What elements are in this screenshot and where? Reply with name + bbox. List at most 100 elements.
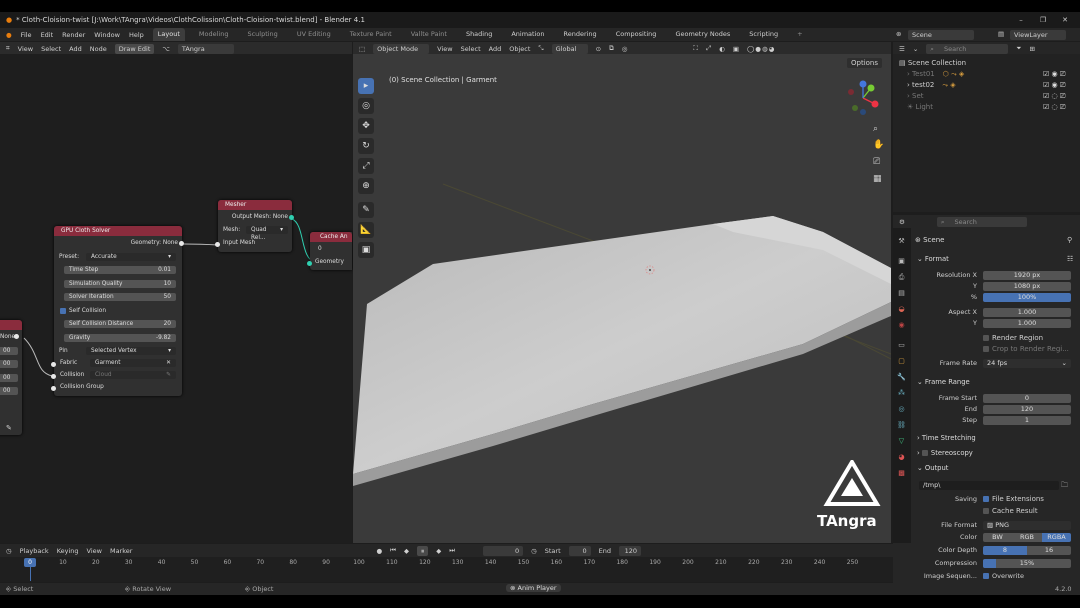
eyedropper-icon[interactable]: ✎ bbox=[6, 424, 12, 432]
timeline-ruler[interactable]: 0 10 20 30 40 50 60 70 80 90 100 110 120 130 140 150 160… bbox=[0, 557, 893, 582]
render-region-checkbox[interactable]: Render Region bbox=[983, 334, 1043, 342]
gpu-cloth-solver-node[interactable]: GPU Cloth Solver Geometry: None Preset: … bbox=[51, 226, 184, 396]
proportional-edit-icon[interactable]: ◎ bbox=[622, 45, 628, 53]
output-mesh-socket[interactable] bbox=[289, 215, 294, 220]
view-layer-selector[interactable]: ViewLayer bbox=[1010, 29, 1066, 40]
timeline-menu-marker[interactable]: Marker bbox=[110, 547, 132, 555]
checkbox-icon[interactable] bbox=[921, 450, 928, 456]
collision-group-socket[interactable] bbox=[51, 386, 56, 391]
node-title[interactable]: GPU Cloth Solver bbox=[54, 226, 182, 236]
filter-funnel-icon[interactable]: ⏷ bbox=[1016, 44, 1021, 53]
resolution-percent-slider[interactable]: 100% bbox=[983, 293, 1071, 302]
presets-icon[interactable]: ☷ bbox=[1067, 255, 1073, 263]
timeline[interactable]: ◷ Playback Keying View Marker ● ⏮ ◆ ⏸ ◆ … bbox=[0, 544, 893, 582]
mesh-mode-dropdown[interactable]: Quad Rel... ▾ bbox=[246, 226, 288, 241]
pivot-icon[interactable]: ⊙ bbox=[596, 45, 601, 53]
viewport-menu-select[interactable]: Select bbox=[461, 45, 481, 53]
select-tool-icon[interactable]: ▸ bbox=[358, 78, 374, 94]
xray-icon[interactable]: ▣ bbox=[733, 45, 739, 53]
solver-iteration-field[interactable]: Solver Iteration 50 bbox=[64, 293, 176, 301]
jump-end-icon[interactable]: ⏭ bbox=[449, 546, 455, 555]
frame-range-panel-header[interactable]: ⌄ Frame Range bbox=[917, 378, 970, 386]
eyedropper-icon[interactable]: ✎ bbox=[166, 371, 171, 379]
outliner-row[interactable]: › Set bbox=[907, 92, 924, 100]
editor-type-icon[interactable]: ⚙ bbox=[899, 218, 905, 226]
menu-window[interactable]: Window bbox=[94, 31, 120, 39]
aspect-y-field[interactable]: 1.000 bbox=[983, 319, 1071, 328]
record-icon[interactable]: ● bbox=[376, 547, 382, 555]
format-panel-header[interactable]: ⌄ Format bbox=[917, 255, 949, 263]
compression-slider[interactable]: 15% bbox=[983, 559, 1071, 568]
geometry-output-socket[interactable] bbox=[179, 241, 184, 246]
snap-icon[interactable]: ⧉ bbox=[609, 44, 614, 53]
partial-node-field[interactable]: 00 bbox=[0, 374, 18, 382]
node-editor[interactable]: None 00 00 00 00 ✎ GPU Cloth Solver Geom… bbox=[0, 54, 352, 543]
tab-rendering[interactable]: Rendering bbox=[558, 28, 601, 41]
color-depth-8-button[interactable]: 8 bbox=[983, 546, 1027, 555]
mesher-node[interactable]: Mesher Output Mesh: None Mesh: Quad Rel.… bbox=[215, 200, 294, 252]
particles-tab-icon[interactable]: ⁂ bbox=[896, 388, 907, 399]
frame-end-field[interactable]: 120 bbox=[983, 405, 1071, 414]
prev-keyframe-icon[interactable]: ◆ bbox=[404, 547, 409, 555]
frame-rate-dropdown[interactable]: 24 fps ⌄ bbox=[983, 359, 1071, 368]
color-depth-16-button[interactable]: 16 bbox=[1027, 546, 1071, 555]
clear-icon[interactable]: ✕ bbox=[166, 359, 171, 367]
visibility-toggles[interactable]: ☑ ◉ ⎚ ☑ ◉ ⎚ ☑ ◌ ⎚ ☑ ◌ ⎚ bbox=[1043, 69, 1065, 113]
output-path-field[interactable]: /tmp\ bbox=[919, 481, 1059, 490]
data-tab-icon[interactable]: ▽ bbox=[896, 436, 907, 447]
minimize-button[interactable]: – bbox=[1010, 12, 1032, 28]
tab-vertex-paint[interactable]: Vallte Paint bbox=[406, 28, 452, 41]
output-tab-icon[interactable]: ⎙ bbox=[896, 272, 907, 283]
visibility-icon[interactable]: ⛶ bbox=[693, 44, 698, 53]
mode-dropdown[interactable]: Object Mode bbox=[373, 43, 430, 54]
stereoscopy-panel-header[interactable]: › Stereoscopy bbox=[917, 449, 973, 457]
file-extensions-checkbox[interactable]: File Extensions bbox=[983, 495, 1044, 503]
pin-icon[interactable]: ⚲ bbox=[1067, 236, 1072, 244]
tab-geometry-nodes[interactable]: Geometry Nodes bbox=[670, 28, 735, 41]
orientation-dropdown[interactable]: Global bbox=[551, 43, 588, 54]
tool-tab-icon[interactable]: ⚒ bbox=[896, 236, 907, 247]
move-tool-icon[interactable]: ✥ bbox=[358, 118, 374, 134]
annotate-tool-icon[interactable]: ✎ bbox=[358, 202, 374, 218]
modifier-tab-icon[interactable]: 🔧 bbox=[896, 372, 907, 383]
gizmo-icon[interactable]: ⤢ bbox=[706, 44, 711, 53]
cursor-tool-icon[interactable]: ◎ bbox=[358, 98, 374, 114]
world-tab-icon[interactable]: ◉ bbox=[896, 320, 907, 331]
new-collection-icon[interactable]: ⊞ bbox=[1029, 45, 1034, 53]
zoom-icon[interactable]: ⌕ bbox=[873, 124, 878, 134]
collection-tab-icon[interactable]: ▭ bbox=[896, 340, 907, 351]
outliner-row[interactable]: › Test01 ⬡ ⤳ ◈ bbox=[907, 70, 964, 79]
texture-tab-icon[interactable]: ▩ bbox=[896, 468, 907, 479]
options-dropdown[interactable]: Options bbox=[847, 58, 883, 68]
gravity-field[interactable]: Gravity -9.82 bbox=[64, 334, 176, 342]
ortho-toggle-icon[interactable]: ▦ bbox=[873, 174, 882, 184]
menu-render[interactable]: Render bbox=[62, 31, 85, 39]
fabric-object-field[interactable]: Garment ✕ bbox=[90, 359, 176, 367]
partial-node-field[interactable]: 00 bbox=[0, 347, 18, 355]
time-step-field[interactable]: Time Step 0.01 bbox=[64, 266, 176, 274]
add-workspace-button[interactable]: + bbox=[792, 28, 807, 41]
close-button[interactable]: ✕ bbox=[1054, 12, 1076, 28]
outliner-row[interactable]: ▤ Scene Collection bbox=[899, 59, 966, 67]
pin-dropdown[interactable]: Selected Vertex ▾ bbox=[86, 347, 176, 355]
pause-icon[interactable]: ⏸ bbox=[416, 545, 429, 556]
self-collision-checkbox[interactable]: Self Collision bbox=[60, 307, 178, 315]
3d-viewport[interactable]: (0) Scene Collection | Garment Options ▸… bbox=[353, 54, 891, 543]
anim-player-indicator[interactable]: ⊗ Anim Player bbox=[506, 584, 561, 592]
physics-tab-icon[interactable]: ◎ bbox=[896, 404, 907, 415]
node-menu-select[interactable]: Select bbox=[41, 45, 61, 53]
socket[interactable] bbox=[14, 334, 19, 339]
fabric-socket[interactable] bbox=[51, 362, 56, 367]
resolution-x-field[interactable]: 1920 px bbox=[983, 271, 1071, 280]
file-format-dropdown[interactable]: ▨ PNG bbox=[983, 521, 1071, 530]
start-frame-field[interactable]: 0 bbox=[568, 545, 591, 556]
next-keyframe-icon[interactable]: ◆ bbox=[436, 547, 441, 555]
draw-edit-toggle[interactable]: Draw Edit bbox=[114, 43, 155, 54]
tab-modeling[interactable]: Modeling bbox=[194, 28, 234, 41]
frame-start-field[interactable]: 0 bbox=[983, 394, 1071, 403]
folder-icon[interactable]: 🗀 bbox=[1061, 481, 1068, 492]
partial-node-field[interactable]: 00 bbox=[0, 360, 18, 368]
menu-help[interactable]: Help bbox=[129, 31, 144, 39]
navigation-gizmo[interactable] bbox=[841, 78, 885, 118]
color-bw-button[interactable]: BW bbox=[983, 533, 1012, 542]
